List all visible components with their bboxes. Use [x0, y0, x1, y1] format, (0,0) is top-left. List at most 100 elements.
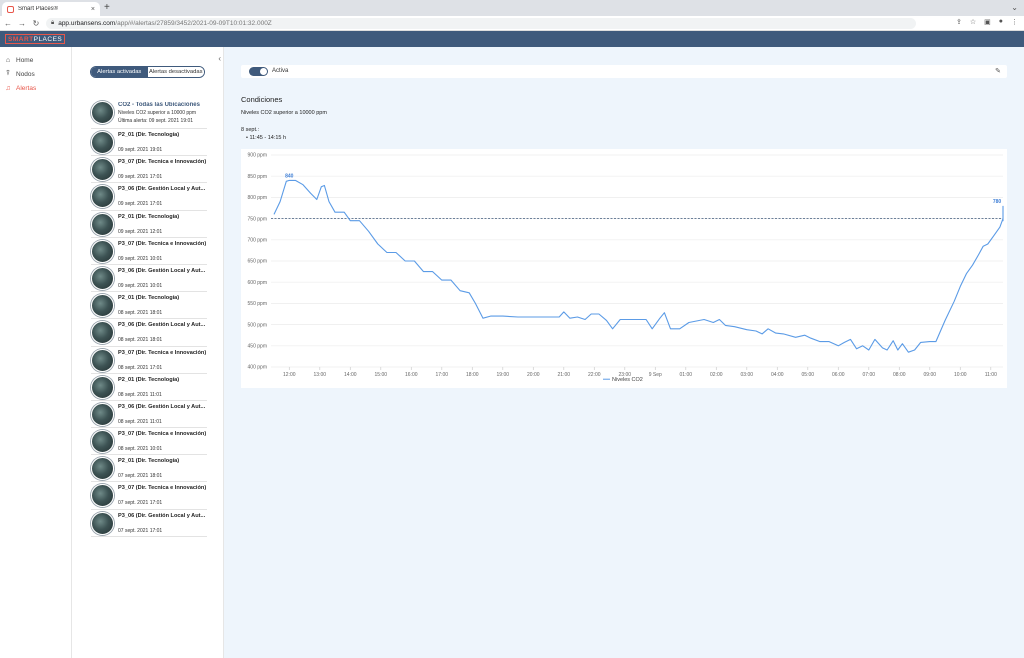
y-tick-label: 850 ppm — [248, 174, 267, 180]
alert-list-item[interactable]: P3_07 (Dir. Tecnica e Innovación) 07 sept… — [91, 482, 207, 510]
toolbar-icons: ⇪ ☆ ▣ ● ⋮ — [956, 18, 1018, 26]
alert-date: 08 sept. 2021 11:01 — [118, 418, 162, 425]
data-label: 840 — [285, 173, 294, 179]
x-tick-label: 18:00 — [466, 372, 479, 378]
alert-list-item[interactable]: P2_01 (Dir. Tecnología) 09 sept. 2021 19:… — [91, 129, 207, 157]
chevron-down-icon[interactable]: ⌄ — [1011, 3, 1018, 12]
avatar — [91, 430, 114, 454]
share-icon[interactable]: ⇪ — [956, 18, 962, 26]
alert-date: 09 sept. 2021 12:01 — [118, 228, 163, 235]
alert-name: P2_01 (Dir. Tecnología) — [118, 376, 180, 383]
alert-item-group[interactable]: CO2 - Todas las Ubicaciones Niveles CO2 … — [91, 99, 207, 129]
nav-item-home[interactable]: ⌂ Home — [0, 53, 71, 67]
alert-list-item[interactable]: P3_06 (Dir. Gestión Local y Aut... 08 sep… — [91, 319, 207, 347]
y-tick-label: 450 ppm — [248, 344, 267, 350]
avatar — [91, 158, 114, 182]
menu-dots-icon[interactable]: ⋮ — [1011, 18, 1018, 26]
alert-name: P2_01 (Dir. Tecnología) — [118, 213, 180, 220]
star-icon[interactable]: ☆ — [970, 18, 976, 26]
conditions-text: Niveles CO2 superior a 10000 ppm — [241, 110, 327, 116]
browser-tabbar: Smart Places® × + ⌄ — [0, 0, 1024, 16]
y-tick-label: 800 ppm — [248, 195, 267, 201]
alert-name: P3_06 (Dir. Gestión Local y Aut... — [118, 512, 206, 519]
x-tick-label: 12:00 — [283, 372, 296, 378]
lock-icon[interactable]: 🔒︎ — [51, 20, 54, 27]
close-tab-icon[interactable]: × — [91, 6, 95, 13]
alert-name: P2_01 (Dir. Tecnología) — [118, 132, 180, 138]
y-tick-label: 550 ppm — [248, 301, 267, 307]
avatar — [91, 321, 114, 345]
nav-item-nodos[interactable]: ⍒ Nodos — [0, 67, 71, 81]
x-tick-label: 21:00 — [558, 372, 571, 378]
address-bar[interactable]: 🔒︎ app.urbansens.com/app/#/alertas/27859… — [46, 18, 916, 29]
back-icon[interactable]: ← — [2, 19, 14, 28]
tab-title: Smart Places® — [18, 6, 59, 12]
alert-list-item[interactable]: P2_01 (Dir. Tecnología) 09 sept. 2021 12:… — [91, 211, 207, 238]
alert-list-item[interactable]: P3_07 (Dir. Tecnica e Innovación) 08 sept… — [91, 347, 207, 374]
avatar — [91, 484, 114, 508]
left-nav: ⌂ Home ⍒ Nodos ♫ Alertas — [0, 47, 72, 658]
alert-list-item[interactable]: P3_07 (Dir. Tecnica e Innovación) 09 sept… — [91, 156, 207, 184]
alert-name: P3_07 (Dir. Tecnica e Innovación) — [118, 159, 207, 166]
browser-tab[interactable]: Smart Places® × — [2, 2, 100, 16]
legend-label[interactable]: Niveles CO2 — [612, 377, 643, 383]
alert-condition: Niveles CO2 superior a 10000 ppm — [118, 110, 197, 116]
x-tick-label: 04:00 — [771, 372, 784, 378]
nav-item-alertas[interactable]: ♫ Alertas — [0, 81, 71, 95]
alert-date: 09 sept. 2021 17:01 — [118, 201, 163, 208]
forward-icon[interactable]: → — [16, 19, 28, 28]
antenna-icon: ⍒ — [5, 70, 11, 77]
alert-name: P3_07 (Dir. Tecnica e Innovación) — [118, 485, 207, 492]
alert-list-item[interactable]: P3_07 (Dir. Tecnica e Innovación) 08 sept… — [91, 428, 207, 456]
x-tick-label: 16:00 — [405, 372, 418, 378]
alert-date: 08 sept. 2021 11:01 — [118, 391, 162, 398]
avatar — [91, 511, 114, 535]
alert-list-item[interactable]: P2_01 (Dir. Tecnología) 08 sept. 2021 11:… — [91, 374, 207, 401]
avatar — [91, 402, 114, 426]
avatar — [91, 239, 114, 263]
alert-list-item[interactable]: P3_06 (Dir. Gestión Local y Aut... 08 sep… — [91, 401, 207, 429]
home-icon: ⌂ — [5, 56, 11, 64]
alert-list-item[interactable]: P2_01 (Dir. Tecnología) 08 sept. 2021 18:… — [91, 292, 207, 320]
alerts-list: CO2 - Todas las Ubicaciones Niveles CO2 … — [91, 99, 207, 537]
alerts-panel: ‹ Alertas activadas Alertas desactivadas… — [72, 47, 295, 658]
app-logo[interactable]: SMART PLACES — [5, 34, 66, 44]
x-tick-label: 09:00 — [924, 372, 937, 378]
alert-date: 07 sept. 2021 18:01 — [118, 473, 163, 480]
browser-toolbar: ← → ↻ 🔒︎ app.urbansens.com/app/#/alertas… — [0, 16, 1024, 31]
tab-alertas-desactivadas[interactable]: Alertas desactivadas — [147, 67, 204, 77]
reload-icon[interactable]: ↻ — [30, 19, 42, 28]
y-tick-label: 650 ppm — [248, 259, 267, 265]
tab-alertas-activadas[interactable]: Alertas activadas — [91, 67, 148, 77]
avatar — [91, 457, 114, 481]
edit-icon[interactable]: ✎ — [995, 67, 1001, 75]
alert-name: P3_06 (Dir. Gestión Local y Aut... — [118, 267, 206, 274]
x-tick-label: 07:00 — [863, 372, 876, 378]
avatar — [91, 101, 114, 124]
x-tick-label: 14:00 — [344, 372, 357, 378]
avatar — [91, 348, 114, 372]
alert-list-item[interactable]: P2_01 (Dir. Tecnología) 07 sept. 2021 18:… — [91, 455, 207, 483]
alert-date: 07 sept. 2021 17:01 — [118, 500, 163, 507]
profile-icon[interactable]: ● — [999, 18, 1003, 26]
avatar — [91, 212, 114, 236]
new-tab-icon[interactable]: + — [104, 3, 110, 13]
alert-name: P3_07 (Dir. Tecnica e Innovación) — [118, 240, 207, 247]
toggle-label: Activa — [272, 68, 289, 74]
conditions-time-range: • 11:45 - 14:15 h — [246, 135, 287, 141]
alert-list-item[interactable]: P3_07 (Dir. Tecnica e Innovación) 09 sept… — [91, 238, 207, 265]
series-line-niveles-co2[interactable] — [273, 179, 1004, 353]
avatar — [91, 375, 114, 399]
alert-list-item[interactable]: P3_06 (Dir. Gestión Local y Aut... 09 sep… — [91, 183, 207, 211]
alert-list-item[interactable]: P3_06 (Dir. Gestión Local y Aut... 09 sep… — [91, 265, 207, 293]
collapse-panel-icon[interactable]: ‹ — [218, 54, 221, 63]
alert-list-item[interactable]: P3_06 (Dir. Gestión Local y Aut... 07 sep… — [91, 510, 207, 537]
alert-date: 08 sept. 2021 10:01 — [118, 446, 163, 453]
favicon-icon — [7, 5, 14, 13]
status-card: Activa ✎ — [241, 65, 1007, 78]
bell-icon: ♫ — [5, 84, 11, 92]
extensions-icon[interactable]: ▣ — [984, 18, 991, 26]
y-tick-label: 900 ppm — [248, 153, 267, 159]
active-toggle[interactable] — [249, 67, 268, 76]
x-tick-label: 13:00 — [314, 372, 327, 378]
